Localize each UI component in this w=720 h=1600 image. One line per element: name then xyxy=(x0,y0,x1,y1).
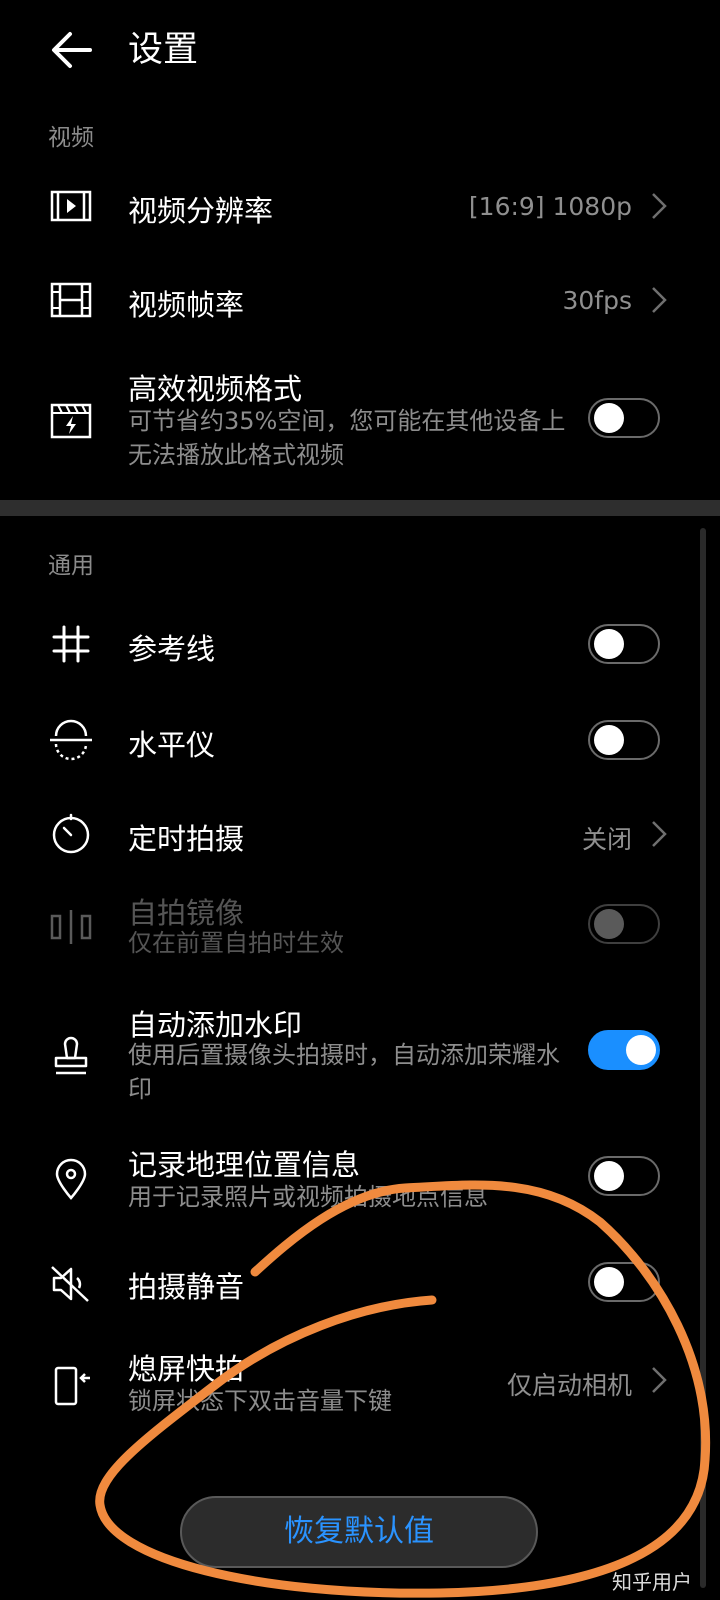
section-divider xyxy=(0,500,720,516)
speaker-mute-icon xyxy=(48,1261,94,1307)
row-title: 拍摄静音 xyxy=(128,1270,245,1304)
film-strip-icon xyxy=(48,277,94,323)
level-icon xyxy=(48,717,94,763)
row-level[interactable]: 水平仪 xyxy=(0,704,720,776)
row-video-resolution[interactable]: 视频分辨率 [16:9] 1080p xyxy=(0,170,720,242)
row-selfie-mirror[interactable]: 自拍镜像 仅在前置自拍时生效 xyxy=(0,884,720,974)
selfie-mirror-toggle[interactable] xyxy=(588,904,660,944)
chevron-right-icon xyxy=(650,191,668,221)
row-title: 水平仪 xyxy=(128,728,216,762)
chevron-right-icon xyxy=(650,819,668,849)
grid-icon xyxy=(48,621,94,667)
quick-snap-phone-icon xyxy=(48,1364,94,1410)
level-toggle[interactable] xyxy=(588,720,660,760)
grid-toggle[interactable] xyxy=(588,624,660,664)
row-title: 高效视频格式 xyxy=(128,372,303,406)
mute-toggle[interactable] xyxy=(588,1262,660,1302)
stamp-icon xyxy=(48,1034,94,1080)
chevron-right-icon xyxy=(650,285,668,315)
row-efficient-format[interactable]: 高效视频格式 可节省约35%空间，您可能在其他设备上无法播放此格式视频 xyxy=(0,362,720,488)
page-title: 设置 xyxy=(128,30,199,70)
row-title: 定时拍摄 xyxy=(128,822,245,856)
row-title: 参考线 xyxy=(128,632,216,666)
hdr-format-icon xyxy=(48,398,94,444)
row-title: 视频分辨率 xyxy=(128,194,274,228)
top-bar: 设置 xyxy=(0,0,720,100)
row-grid-lines[interactable]: 参考线 xyxy=(0,608,720,680)
back-arrow-icon[interactable] xyxy=(48,26,96,74)
row-description: 锁屏状态下双击音量下键 xyxy=(128,1387,392,1415)
row-description: 可节省约35%空间，您可能在其他设备上无法播放此格式视频 xyxy=(128,407,566,469)
mirror-icon xyxy=(48,904,94,950)
location-pin-icon xyxy=(48,1156,94,1202)
row-mute-shutter[interactable]: 拍摄静音 xyxy=(0,1248,720,1320)
row-video-framerate[interactable]: 视频帧率 30fps xyxy=(0,264,720,336)
row-timer[interactable]: 定时拍摄 关闭 xyxy=(0,798,720,870)
chevron-right-icon xyxy=(650,1365,668,1395)
video-resolution-icon xyxy=(48,183,94,229)
row-description: 仅在前置自拍时生效 xyxy=(128,929,344,957)
row-value: 仅启动相机 xyxy=(506,1371,632,1400)
restore-defaults-button[interactable]: 恢复默认值 xyxy=(180,1496,538,1568)
efficient-format-toggle[interactable] xyxy=(588,398,660,438)
source-watermark: 知乎用户 xyxy=(612,1570,692,1594)
auto-watermark-toggle[interactable] xyxy=(588,1030,660,1070)
row-value: 关闭 xyxy=(581,825,632,854)
row-description: 用于记录照片或视频拍摄地点信息 xyxy=(128,1183,488,1211)
row-value: 30fps xyxy=(562,286,632,315)
section-title-general: 通用 xyxy=(48,553,94,579)
row-title: 视频帧率 xyxy=(128,288,245,322)
row-quick-snap[interactable]: 熄屏快拍 锁屏状态下双击音量下键 仅启动相机 xyxy=(0,1344,720,1434)
row-value: [16:9] 1080p xyxy=(468,192,632,221)
row-location[interactable]: 记录地理位置信息 用于记录照片或视频拍摄地点信息 xyxy=(0,1136,720,1236)
location-toggle[interactable] xyxy=(588,1156,660,1196)
row-description: 使用后置摄像头拍摄时，自动添加荣耀水印 xyxy=(128,1041,560,1103)
timer-icon xyxy=(48,811,94,857)
row-title: 熄屏快拍 xyxy=(128,1352,245,1386)
section-title-video: 视频 xyxy=(48,125,94,151)
row-auto-watermark[interactable]: 自动添加水印 使用后置摄像头拍摄时，自动添加荣耀水印 xyxy=(0,1008,720,1140)
row-title: 记录地理位置信息 xyxy=(128,1148,361,1182)
